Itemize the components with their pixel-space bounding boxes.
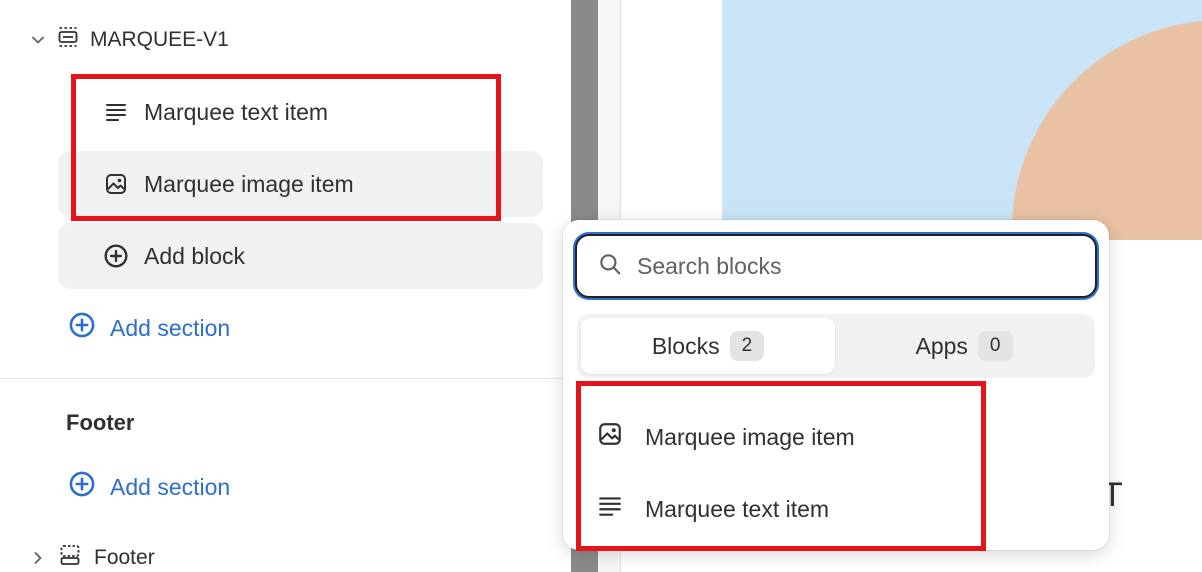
block-picker-popover: Blocks 2 Apps 0 Marquee image item bbox=[563, 220, 1109, 550]
search-input[interactable] bbox=[637, 252, 1057, 280]
block-tabs: Blocks 2 Apps 0 bbox=[577, 314, 1095, 378]
footer-add-section-button[interactable]: Add section bbox=[68, 469, 230, 505]
footer-section-label: Footer bbox=[94, 546, 155, 569]
tab-label: Blocks bbox=[651, 332, 720, 359]
add-block-button[interactable]: Add block bbox=[58, 223, 543, 289]
count-badge: 0 bbox=[977, 331, 1013, 361]
theme-editor-sidebar: MARQUEE-V1 Marquee text item Marquee ima… bbox=[0, 0, 571, 572]
footer-group-title: Footer bbox=[66, 410, 135, 435]
tab-apps[interactable]: Apps 0 bbox=[837, 318, 1091, 374]
preview-image-subject bbox=[1012, 20, 1202, 240]
block-marquee-image-item[interactable]: Marquee image item bbox=[58, 151, 543, 217]
section-label: MARQUEE-V1 bbox=[90, 28, 229, 51]
add-section-button[interactable]: Add section bbox=[68, 310, 230, 346]
image-icon bbox=[597, 421, 623, 453]
block-marquee-text-item[interactable]: Marquee text item bbox=[58, 79, 543, 145]
plus-circle-icon bbox=[68, 311, 96, 345]
preview-image bbox=[722, 0, 1202, 240]
text-lines-icon bbox=[597, 493, 623, 525]
chevron-right-icon[interactable] bbox=[30, 550, 46, 566]
block-label: Marquee image item bbox=[144, 170, 354, 197]
tab-label: Apps bbox=[915, 332, 968, 359]
add-block-label: Add block bbox=[144, 242, 246, 269]
plus-circle-icon bbox=[102, 242, 130, 270]
text-lines-icon bbox=[102, 98, 130, 126]
section-marquee-v1[interactable]: MARQUEE-V1 bbox=[30, 22, 229, 58]
picker-item-marquee-image[interactable]: Marquee image item bbox=[583, 409, 1089, 465]
search-field[interactable] bbox=[575, 234, 1097, 298]
add-section-label: Add section bbox=[110, 314, 231, 341]
search-icon bbox=[597, 251, 623, 282]
divider bbox=[0, 378, 571, 379]
image-icon bbox=[102, 170, 130, 198]
block-label: Marquee text item bbox=[144, 98, 329, 125]
tab-blocks[interactable]: Blocks 2 bbox=[581, 318, 835, 374]
add-section-label: Add section bbox=[110, 473, 231, 500]
count-badge: 2 bbox=[729, 331, 765, 361]
picker-item-label: Marquee image item bbox=[645, 423, 855, 450]
section-footer[interactable]: Footer bbox=[30, 540, 155, 572]
chevron-down-icon[interactable] bbox=[30, 32, 46, 48]
footer-section-icon bbox=[58, 543, 82, 572]
picker-item-label: Marquee text item bbox=[645, 495, 830, 522]
section-icon bbox=[56, 25, 80, 55]
picker-item-marquee-text[interactable]: Marquee text item bbox=[583, 481, 1089, 537]
plus-circle-icon bbox=[68, 470, 96, 504]
